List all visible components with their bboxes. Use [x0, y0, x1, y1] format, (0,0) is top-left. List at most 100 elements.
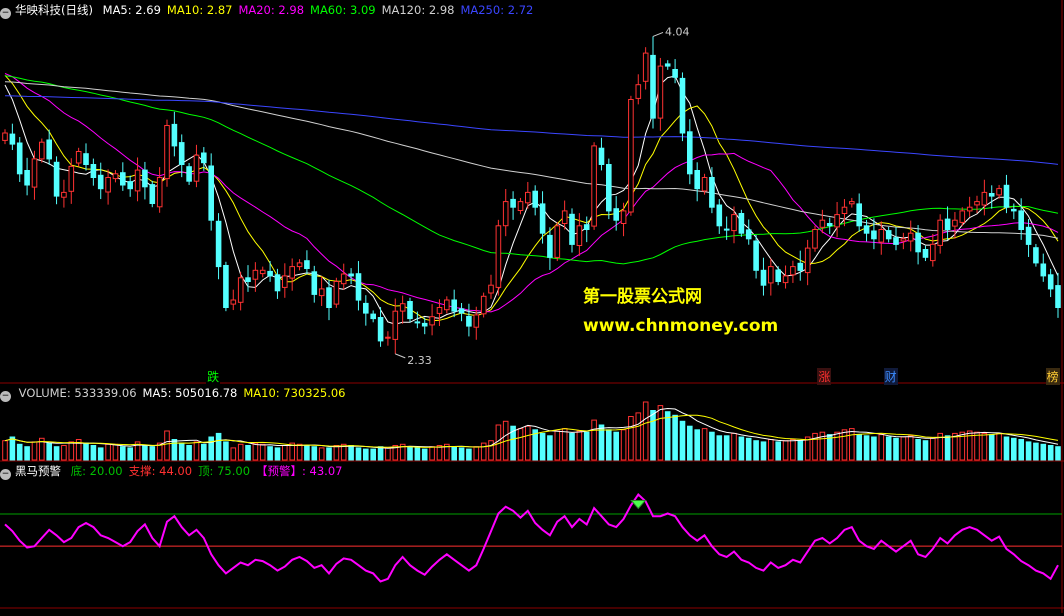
legend-item: MA5: 505016.78 — [142, 386, 238, 400]
candle-body — [532, 190, 539, 208]
candle-body — [363, 302, 369, 314]
candle-body — [642, 52, 649, 82]
candle-body — [355, 273, 362, 301]
volume-bar — [893, 437, 899, 461]
volume-bar — [274, 447, 281, 461]
volume-bar — [105, 443, 111, 461]
candle-body — [223, 265, 229, 308]
volume-bar — [723, 435, 730, 461]
candle-body — [318, 288, 325, 297]
candle-body — [9, 133, 16, 145]
indicator-name: 黑马预警 — [15, 464, 61, 478]
volume-bar — [900, 436, 907, 461]
price-high-label: 4.04 — [665, 25, 690, 38]
volume-bar — [348, 445, 354, 461]
candle-body — [937, 219, 944, 246]
volume-bar — [716, 435, 723, 461]
volume-bar — [539, 432, 546, 461]
candle-body — [1033, 247, 1039, 264]
volume-bar — [83, 442, 89, 461]
candle-body — [289, 266, 295, 279]
candle-body — [591, 145, 597, 227]
candle-body — [75, 151, 82, 164]
volume-bar — [790, 439, 796, 461]
candle-body — [716, 204, 723, 227]
watermark-url: www.chnmoney.com — [583, 316, 779, 336]
candle-body — [451, 299, 457, 312]
candle-body — [944, 218, 951, 231]
candle-body — [245, 277, 251, 282]
candle-body — [134, 169, 141, 192]
candle-body — [628, 99, 634, 213]
collapse-icon[interactable]: − — [0, 391, 11, 402]
candle-body — [164, 125, 170, 180]
candle-body — [613, 208, 620, 221]
volume-bar — [650, 410, 656, 461]
volume-bar — [355, 447, 362, 461]
candle-body — [215, 220, 222, 268]
candle-body — [804, 247, 811, 274]
volume-bar — [407, 446, 413, 461]
candle-body — [922, 249, 929, 258]
candle-body — [429, 316, 435, 326]
volume-bar — [451, 446, 457, 461]
candle-body — [392, 310, 399, 340]
volume-bar — [473, 446, 480, 461]
price-marker-line — [652, 31, 664, 37]
legend-item: MA10: 2.87 — [166, 3, 233, 17]
volume-bar — [664, 411, 671, 461]
candle-body — [797, 262, 804, 271]
collapse-icon[interactable]: − — [0, 8, 11, 19]
legend-item: 底: 20.00 — [70, 464, 123, 478]
candle-body — [1011, 208, 1017, 212]
volume-bar — [672, 414, 678, 461]
volume-bar — [230, 447, 237, 461]
volume-bar — [517, 428, 524, 461]
candle-body — [495, 225, 502, 288]
candle-body — [201, 152, 207, 164]
candle-body — [790, 266, 796, 276]
event-tag[interactable]: 涨 — [817, 368, 832, 385]
volume-bar — [90, 445, 97, 461]
event-tag[interactable]: 榜 — [1045, 368, 1060, 385]
candle-body — [458, 308, 465, 314]
collapse-icon[interactable]: − — [0, 469, 11, 480]
candle-body — [90, 164, 97, 178]
candle-body — [856, 203, 863, 227]
volume-bar — [193, 441, 200, 461]
volume-bar — [679, 420, 686, 461]
ma-line — [4, 74, 1059, 322]
chart-canvas[interactable]: 4.04 2.33 — [0, 0, 1064, 613]
indicator-pane-header: − 黑马预警 底: 20.00 支撑: 44.00 顶: 75.00 【预警】: 43.… — [0, 463, 348, 480]
volume-bar — [318, 447, 325, 461]
price-pane-header: − 华映科技(日线) MA5: 2.69 MA10: 2.87 MA20: 2.98 M… — [0, 2, 539, 19]
candle-body — [156, 177, 163, 208]
ma-line — [4, 75, 1059, 325]
candle-body — [31, 158, 38, 188]
volume-bar — [142, 445, 148, 461]
volume-bar — [429, 446, 435, 461]
candle-body — [208, 165, 214, 221]
volume-bar — [525, 425, 531, 461]
candle-body — [46, 139, 53, 160]
candle-body — [105, 177, 111, 193]
stock-chart-stage[interactable]: 4.04 2.33 − 华映科技(日线) MA5: 2.69 MA10: 2.87 MA… — [0, 0, 1064, 613]
candle-body — [517, 201, 524, 212]
candle-body — [333, 281, 340, 305]
volume-bar — [178, 442, 185, 461]
candle-body — [753, 240, 759, 271]
candle-body — [414, 321, 421, 324]
volume-bar — [775, 441, 782, 461]
candle-body — [650, 54, 656, 119]
volume-bar — [1047, 445, 1054, 461]
volume-ma-line — [4, 407, 1059, 449]
event-tag[interactable]: 财 — [883, 368, 898, 385]
candle-body — [687, 131, 693, 175]
volume-bar — [782, 440, 789, 461]
event-tag[interactable]: 跌 — [206, 368, 221, 385]
candle-body — [370, 313, 376, 320]
candle-body — [311, 271, 318, 295]
candle-body — [1055, 285, 1061, 309]
candle-body — [959, 210, 966, 223]
volume-bar — [583, 431, 590, 461]
